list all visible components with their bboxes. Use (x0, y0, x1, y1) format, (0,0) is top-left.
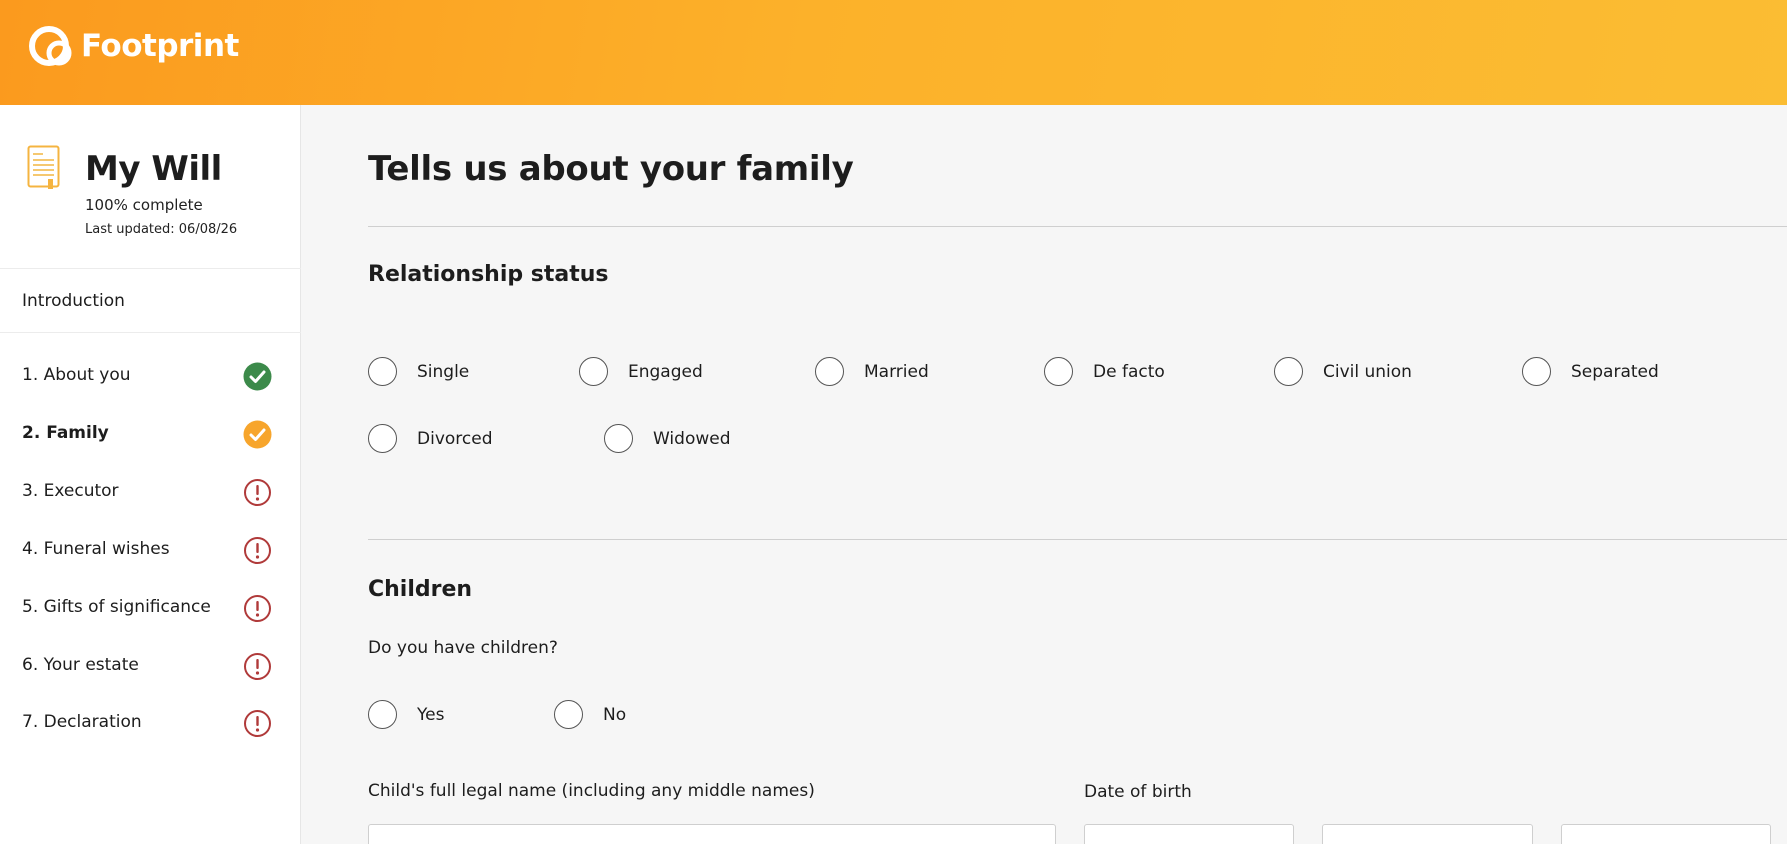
nav-item-label: 3. Executor (22, 481, 119, 501)
radio-label: Civil union (1323, 361, 1412, 382)
nav-item-executor[interactable]: 3. Executor (0, 465, 301, 521)
divider (368, 226, 1787, 227)
dob-month-input[interactable] (1322, 824, 1533, 844)
nav-item-label: 2. Family (22, 423, 109, 443)
nav-item-funeral-wishes[interactable]: 4. Funeral wishes (0, 523, 301, 579)
nav-item-about-you[interactable]: 1. About you (0, 349, 301, 405)
sidebar: My Will 100% complete Last updated: 06/0… (0, 105, 301, 844)
nav-item-label: 5. Gifts of significance (22, 597, 211, 617)
radio-separated[interactable]: Separated (1522, 357, 1659, 386)
footprint-logo[interactable]: Footprint (27, 22, 239, 70)
warning-icon (244, 710, 271, 737)
relationship-status-heading: Relationship status (368, 262, 609, 287)
radio-divorced[interactable]: Divorced (368, 424, 493, 453)
main-content: Tells us about your family Relationship … (302, 105, 1787, 844)
nav-item-family[interactable]: 2. Family (0, 407, 301, 463)
brand-name: Footprint (81, 28, 239, 64)
will-document-icon (27, 145, 60, 189)
radio-label: Divorced (417, 428, 493, 449)
radio-circle[interactable] (368, 700, 397, 729)
radio-de-facto[interactable]: De facto (1044, 357, 1165, 386)
radio-married[interactable]: Married (815, 357, 929, 386)
divider (368, 539, 1787, 540)
current-check-icon (243, 420, 272, 449)
radio-label: Married (864, 361, 929, 382)
nav-item-introduction[interactable]: Introduction (0, 269, 301, 333)
child-name-label: Child's full legal name (including any m… (368, 781, 815, 801)
will-summary-card: My Will 100% complete Last updated: 06/0… (0, 105, 301, 269)
radio-yes[interactable]: Yes (368, 700, 444, 729)
radio-engaged[interactable]: Engaged (579, 357, 703, 386)
page-title: Tells us about your family (368, 149, 854, 189)
radio-label: Yes (417, 704, 445, 725)
nav-item-label: 4. Funeral wishes (22, 539, 170, 559)
radio-civil-union[interactable]: Civil union (1274, 357, 1412, 386)
radio-label: Separated (1571, 361, 1659, 382)
radio-widowed[interactable]: Widowed (604, 424, 731, 453)
radio-label: De facto (1093, 361, 1165, 382)
radio-single[interactable]: Single (368, 357, 469, 386)
complete-check-icon (243, 362, 272, 391)
radio-circle[interactable] (604, 424, 633, 453)
nav-item-gifts-of-significance[interactable]: 5. Gifts of significance (0, 581, 301, 637)
radio-circle[interactable] (815, 357, 844, 386)
date-of-birth-label: Date of birth (1084, 782, 1192, 802)
radio-circle[interactable] (554, 700, 583, 729)
will-progress: 100% complete (85, 196, 203, 214)
nav-item-label: 1. About you (22, 365, 131, 385)
warning-icon (244, 653, 271, 680)
warning-icon (244, 537, 271, 564)
dob-day-input[interactable] (1084, 824, 1294, 844)
nav-item-label: 6. Your estate (22, 655, 139, 675)
radio-no[interactable]: No (554, 700, 626, 729)
radio-circle[interactable] (368, 357, 397, 386)
warning-icon (244, 595, 271, 622)
radio-circle[interactable] (368, 424, 397, 453)
nav-item-label: 7. Declaration (22, 712, 142, 732)
children-heading: Children (368, 577, 473, 602)
nav-item-declaration[interactable]: 7. Declaration (0, 696, 301, 752)
radio-circle[interactable] (1044, 357, 1073, 386)
top-header: Footprint (0, 0, 1787, 105)
radio-circle[interactable] (1522, 357, 1551, 386)
radio-circle[interactable] (1274, 357, 1303, 386)
radio-circle[interactable] (579, 357, 608, 386)
warning-icon (244, 479, 271, 506)
radio-label: No (603, 704, 627, 725)
nav-item-label: Introduction (22, 291, 125, 311)
radio-label: Single (417, 361, 470, 382)
radio-label: Widowed (653, 428, 731, 449)
children-question: Do you have children? (368, 638, 558, 658)
nav-item-your-estate[interactable]: 6. Your estate (0, 639, 301, 695)
child-name-input[interactable] (368, 824, 1056, 844)
dob-year-input[interactable] (1561, 824, 1771, 844)
footprint-logo-icon (29, 26, 72, 66)
will-last-updated: Last updated: 06/08/26 (85, 222, 238, 237)
will-title: My Will (85, 149, 222, 189)
radio-label: Engaged (628, 361, 703, 382)
